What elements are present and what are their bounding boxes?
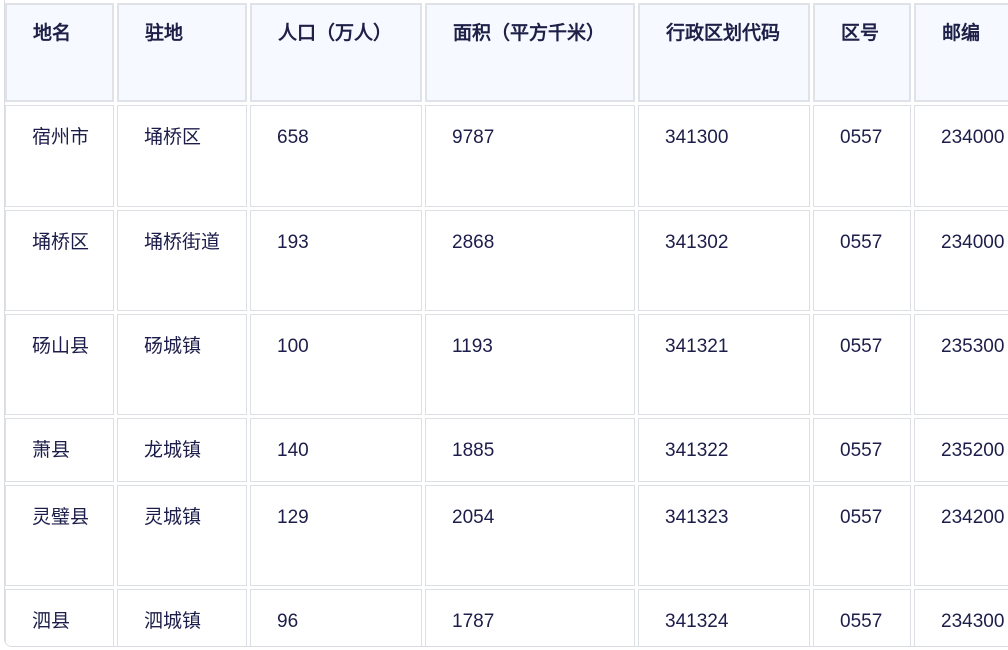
table-row: 砀山县 砀城镇 100 1193 341321 0557 235300 — [5, 314, 1008, 415]
column-header-population[interactable]: 人口（万人） — [250, 3, 422, 102]
cell-division-code: 341323 — [638, 485, 810, 586]
cell-population: 100 — [250, 314, 422, 415]
column-header-seat[interactable]: 驻地 — [117, 3, 247, 102]
cell-area: 2868 — [425, 210, 635, 311]
cell-division-code: 341321 — [638, 314, 810, 415]
cell-postal-code: 235300 — [914, 314, 1008, 415]
cell-postal-code: 234300 — [914, 589, 1008, 646]
column-header-place-name[interactable]: 地名 — [5, 3, 114, 102]
cell-seat: 埇桥区 — [117, 105, 247, 207]
cell-place-name: 萧县 — [5, 418, 114, 482]
cell-seat: 埇桥街道 — [117, 210, 247, 311]
cell-postal-code: 234000 — [914, 210, 1008, 311]
table-row: 宿州市 埇桥区 658 9787 341300 0557 234000 — [5, 105, 1008, 207]
table-row: 灵璧县 灵城镇 129 2054 341323 0557 234200 — [5, 485, 1008, 586]
table-row: 泗县 泗城镇 96 1787 341324 0557 234300 — [5, 589, 1008, 646]
cell-postal-code: 234000 — [914, 105, 1008, 207]
cell-area: 9787 — [425, 105, 635, 207]
cell-seat: 泗城镇 — [117, 589, 247, 646]
table-container: 地名 驻地 人口（万人） 面积（平方千米） 行政区划代码 区号 邮编 宿州市 埇… — [4, 0, 1008, 647]
cell-postal-code: 235200 — [914, 418, 1008, 482]
cell-population: 129 — [250, 485, 422, 586]
cell-population: 140 — [250, 418, 422, 482]
table-row: 萧县 龙城镇 140 1885 341322 0557 235200 — [5, 418, 1008, 482]
table-row: 埇桥区 埇桥街道 193 2868 341302 0557 234000 — [5, 210, 1008, 311]
cell-area-code: 0557 — [813, 314, 911, 415]
cell-place-name: 泗县 — [5, 589, 114, 646]
cell-area-code: 0557 — [813, 485, 911, 586]
cell-division-code: 341324 — [638, 589, 810, 646]
data-table: 地名 驻地 人口（万人） 面积（平方千米） 行政区划代码 区号 邮编 宿州市 埇… — [5, 0, 1008, 646]
cell-seat: 砀城镇 — [117, 314, 247, 415]
cell-seat: 灵城镇 — [117, 485, 247, 586]
cell-division-code: 341300 — [638, 105, 810, 207]
cell-population: 96 — [250, 589, 422, 646]
cell-area-code: 0557 — [813, 210, 911, 311]
cell-population: 193 — [250, 210, 422, 311]
cell-division-code: 341322 — [638, 418, 810, 482]
column-header-area-code[interactable]: 区号 — [813, 3, 911, 102]
cell-area: 1787 — [425, 589, 635, 646]
column-header-division-code[interactable]: 行政区划代码 — [638, 3, 810, 102]
cell-place-name: 灵璧县 — [5, 485, 114, 586]
cell-place-name: 宿州市 — [5, 105, 114, 207]
cell-seat: 龙城镇 — [117, 418, 247, 482]
cell-area-code: 0557 — [813, 589, 911, 646]
cell-area-code: 0557 — [813, 105, 911, 207]
column-header-postal-code[interactable]: 邮编 — [914, 3, 1008, 102]
cell-place-name: 埇桥区 — [5, 210, 114, 311]
table-header-row: 地名 驻地 人口（万人） 面积（平方千米） 行政区划代码 区号 邮编 — [5, 3, 1008, 102]
cell-place-name: 砀山县 — [5, 314, 114, 415]
cell-population: 658 — [250, 105, 422, 207]
cell-area: 1885 — [425, 418, 635, 482]
column-header-area[interactable]: 面积（平方千米） — [425, 3, 635, 102]
cell-area: 2054 — [425, 485, 635, 586]
cell-postal-code: 234200 — [914, 485, 1008, 586]
cell-area-code: 0557 — [813, 418, 911, 482]
cell-area: 1193 — [425, 314, 635, 415]
cell-division-code: 341302 — [638, 210, 810, 311]
